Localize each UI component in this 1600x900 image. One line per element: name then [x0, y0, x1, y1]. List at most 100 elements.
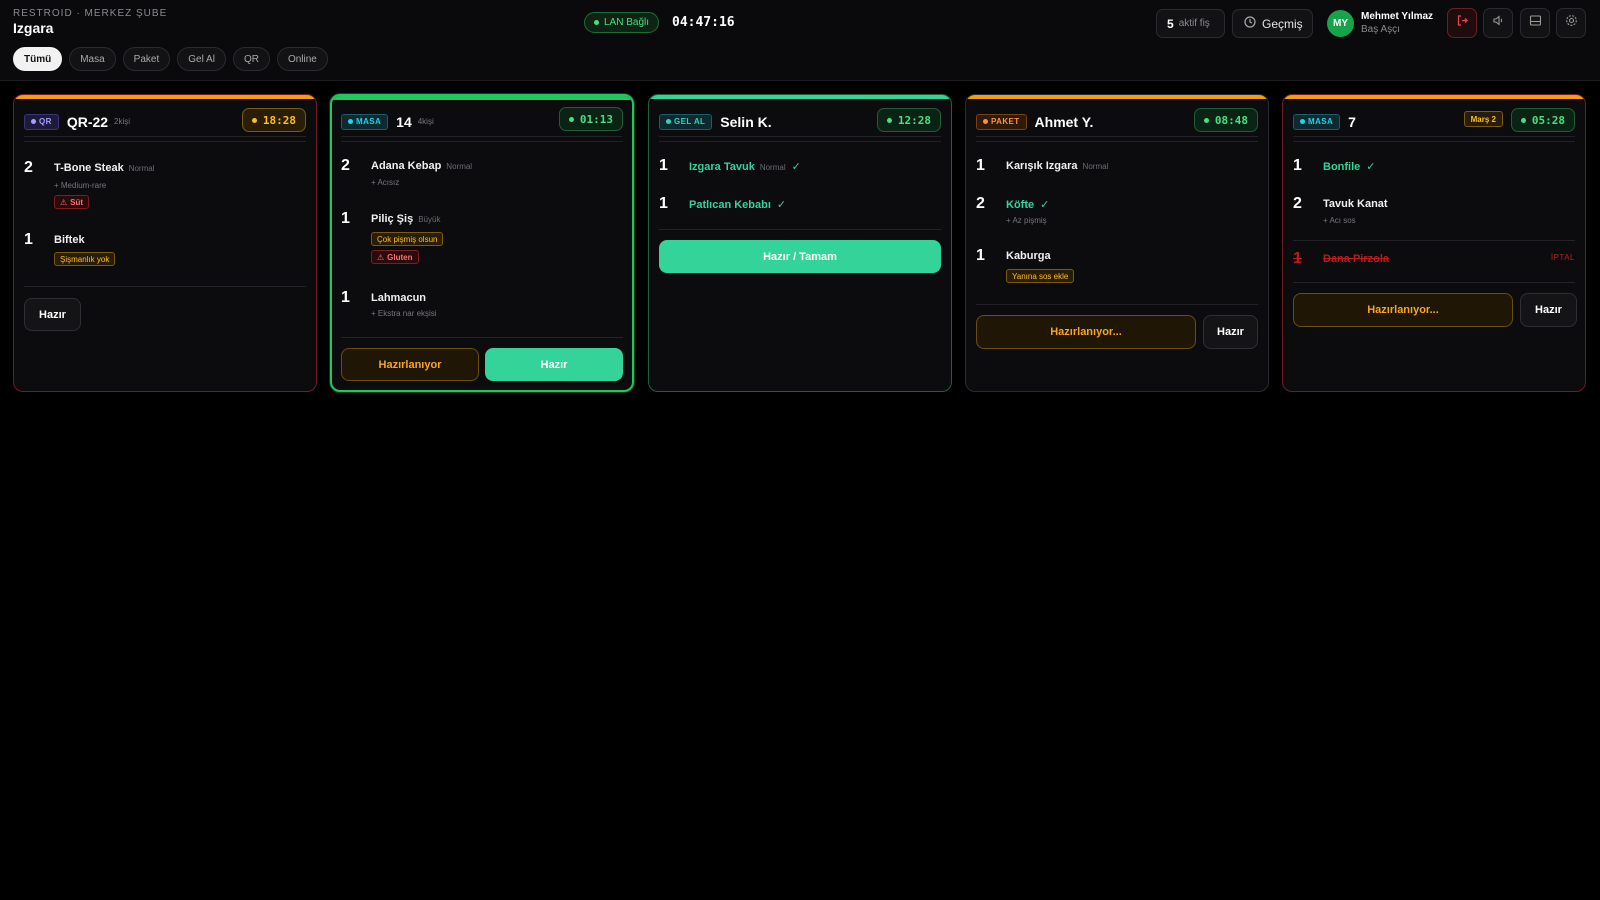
- item-qty: 1: [341, 210, 350, 227]
- display-icon: [1529, 14, 1542, 32]
- order-card-ahmet-y[interactable]: PAKET Ahmet Y. 08:48 1 Karışık Izgara Nor…: [965, 94, 1269, 392]
- item-modifier: + Az pişmiş: [1006, 216, 1047, 225]
- order-name: 14: [396, 113, 412, 130]
- speaker-icon: [1492, 14, 1505, 32]
- order-name: Selin K.: [720, 113, 772, 130]
- check-icon: ✓: [791, 161, 801, 173]
- filter-qr[interactable]: QR: [232, 47, 270, 71]
- card-status-bar: [649, 95, 951, 99]
- guest-count: 2kişi: [114, 117, 131, 126]
- top-bar: RESTROID · MERKEZ ŞUBE Izgara Tümü Masa …: [0, 0, 1600, 81]
- item-qty: 1: [1293, 250, 1302, 267]
- list-item: 1 Izgara Tavuk Normal ✓: [659, 157, 941, 179]
- preparing-button[interactable]: Hazırlanıyor...: [1293, 293, 1513, 327]
- order-name: QR-22: [66, 113, 109, 130]
- cancelled-badge: İPTAL: [1550, 253, 1575, 262]
- item-name: Bonfile ✓: [1323, 161, 1376, 173]
- order-card-selin-k[interactable]: GEL AL Selin K. 12:28 1 Izgara Tavuk Norm…: [648, 94, 952, 392]
- filter-gel-al[interactable]: Gel Al: [177, 47, 226, 71]
- order-type-tag: QR: [24, 113, 59, 130]
- ready-button[interactable]: Hazır: [1203, 315, 1258, 349]
- item-name: Karışık Izgara Normal: [1006, 160, 1109, 172]
- ready-button[interactable]: Hazır: [24, 298, 81, 331]
- logout-icon: [1456, 14, 1469, 32]
- active-orders-label: aktif fiş: [1178, 18, 1210, 29]
- order-card-qr-22[interactable]: QR QR-22 2kişi 18:28 2 T-Bone Steak Norma…: [13, 94, 317, 392]
- settings-button[interactable]: [1556, 8, 1586, 38]
- item-qty: 2: [341, 157, 350, 174]
- item-qty: 1: [24, 231, 33, 248]
- lan-status-badge: LAN Bağlı: [584, 12, 660, 33]
- allergy-badge: ⚠ Süt: [54, 195, 90, 209]
- status-dot-icon: [594, 20, 599, 25]
- active-orders-counter: 5 aktif fiş: [1156, 9, 1225, 38]
- order-timer: 01:13: [558, 107, 623, 131]
- item-modifier: + Medium-rare: [54, 181, 107, 190]
- order-card-masa-14[interactable]: MASA 14 4kişi 01:13 2 Adana Kebap Normal …: [330, 94, 634, 392]
- ready-button[interactable]: Hazır: [485, 348, 623, 381]
- item-qty: 1: [976, 157, 985, 174]
- order-type-tag: PAKET: [976, 113, 1027, 130]
- list-item: 1 Piliç Şiş Büyük Çok pişmiş olsun ⚠ Glute…: [341, 210, 622, 270]
- list-item: 1 Bonfile ✓: [1293, 157, 1575, 179]
- item-qty: 2: [24, 159, 33, 176]
- logout-button[interactable]: [1447, 8, 1477, 38]
- item-note: Çok pişmiş olsun: [371, 232, 444, 246]
- list-item: 1 Karışık Izgara Normal: [976, 157, 1258, 179]
- item-qty: 1: [659, 195, 668, 212]
- gear-icon: [1565, 14, 1578, 32]
- item-name: Adana Kebap Normal: [371, 160, 473, 172]
- item-name: Dana Pirzola: [1323, 253, 1390, 265]
- sound-button[interactable]: [1483, 8, 1513, 38]
- order-name: 7: [1348, 113, 1356, 130]
- order-type-tag: MASA: [341, 113, 389, 130]
- lan-status-label: LAN Bağlı: [604, 17, 650, 28]
- filter-masa[interactable]: Masa: [69, 47, 116, 71]
- item-name: Lahmacun: [371, 292, 427, 304]
- history-label: Geçmiş: [1262, 16, 1303, 31]
- card-status-bar: [14, 95, 316, 99]
- preparing-button[interactable]: Hazırlanıyor...: [976, 315, 1196, 349]
- warning-icon: ⚠: [377, 252, 385, 262]
- item-modifier: + Ekstra nar ekşisi: [371, 309, 437, 318]
- order-card-masa-7[interactable]: MASA 7 Marş 2 05:28 1 Bonfile ✓ 2 Tavuk K…: [1282, 94, 1586, 392]
- list-item: 2 T-Bone Steak Normal + Medium-rare ⚠ Süt: [24, 159, 306, 219]
- ready-button[interactable]: Hazır: [1520, 293, 1577, 327]
- order-timer: 08:48: [1193, 108, 1258, 132]
- card-status-bar: [966, 95, 1268, 99]
- check-icon: ✓: [1040, 199, 1050, 211]
- filter-all[interactable]: Tümü: [13, 47, 63, 71]
- item-qty: 1: [976, 247, 985, 264]
- order-type-tag: GEL AL: [659, 113, 713, 130]
- item-name: Köfte ✓: [1006, 199, 1050, 211]
- item-qty: 1: [1293, 157, 1302, 174]
- avatar[interactable]: MY: [1327, 10, 1354, 37]
- list-item: 2 Adana Kebap Normal + Acısız: [341, 157, 622, 197]
- filter-paket[interactable]: Paket: [122, 47, 171, 71]
- card-status-bar: [1283, 95, 1585, 99]
- filter-online[interactable]: Online: [276, 47, 328, 71]
- order-name: Ahmet Y.: [1034, 113, 1094, 130]
- item-qty: 2: [1293, 195, 1302, 212]
- item-name: Tavuk Kanat: [1323, 198, 1388, 210]
- item-note: Yanına sos ekle: [1006, 269, 1075, 283]
- item-name: Piliç Şiş Büyük: [371, 213, 441, 225]
- item-name: Biftek: [54, 234, 85, 246]
- item-qty: 2: [976, 195, 985, 212]
- order-type-tag: MASA: [1293, 113, 1341, 130]
- allergy-badge: ⚠ Gluten: [371, 250, 419, 264]
- item-name: Kaburga: [1006, 250, 1051, 262]
- history-button[interactable]: Geçmiş: [1232, 9, 1313, 38]
- item-qty: 1: [341, 289, 350, 306]
- item-modifier: + Acı sos: [1323, 216, 1356, 225]
- list-item: 1 Dana Pirzola İPTAL: [1293, 250, 1575, 272]
- clock-icon: [1244, 16, 1256, 31]
- ready-complete-button[interactable]: Hazır / Tamam: [659, 240, 941, 273]
- display-button[interactable]: [1520, 8, 1550, 38]
- list-item: 1 Kaburga Yanına sos ekle: [976, 247, 1258, 287]
- user-name: Mehmet Yılmaz: [1361, 11, 1434, 22]
- order-timer: 05:28: [1510, 108, 1575, 132]
- preparing-button[interactable]: Hazırlanıyor: [341, 348, 479, 381]
- item-name: T-Bone Steak Normal: [54, 162, 155, 174]
- order-timer: 12:28: [876, 108, 941, 132]
